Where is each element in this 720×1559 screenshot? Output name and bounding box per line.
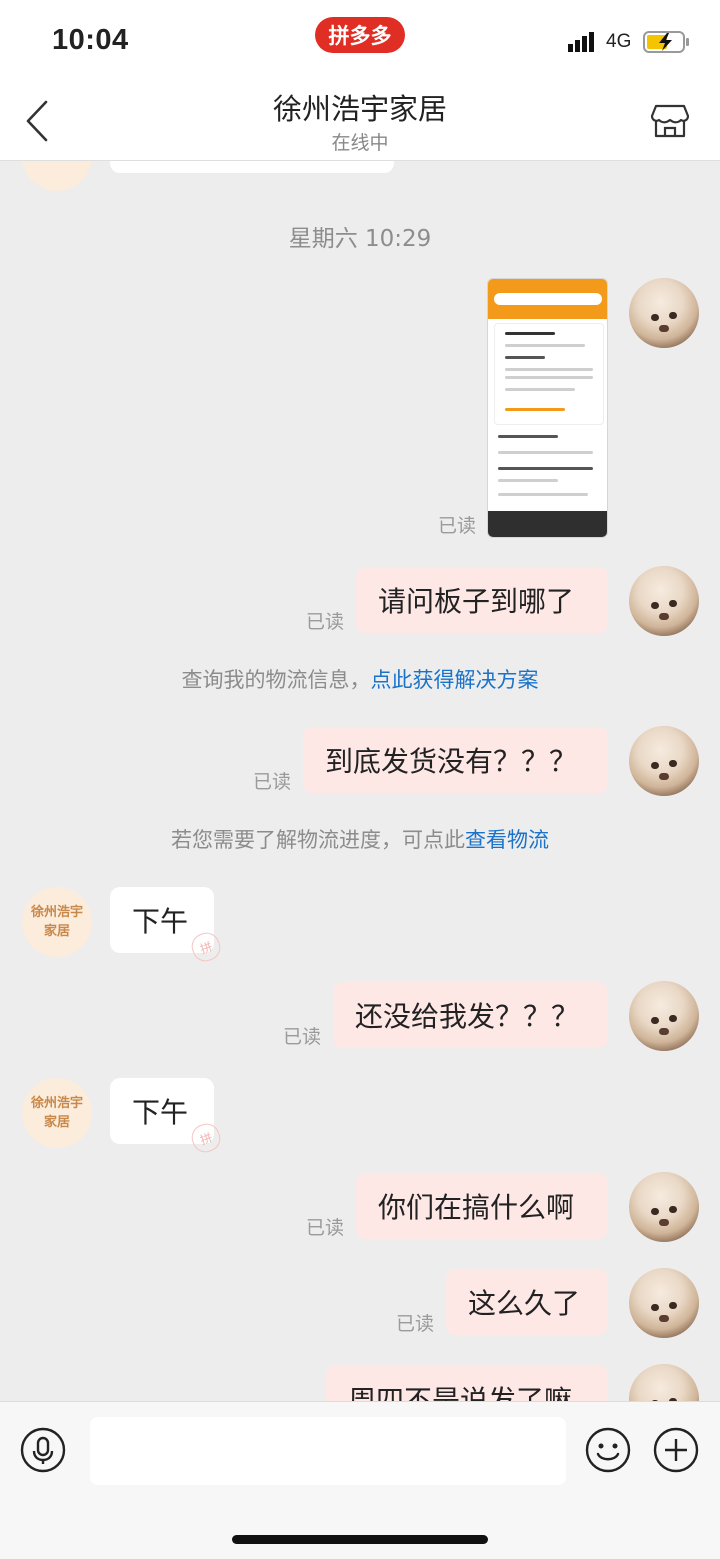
message-bubble[interactable]	[110, 161, 394, 173]
message-text: 到底发货没有？？？	[325, 745, 578, 778]
message-bubble[interactable]: 下午 拼	[110, 887, 224, 965]
status-bar: 10:04 拼多多 4G	[0, 0, 720, 80]
battery-icon	[643, 31, 689, 53]
my-avatar[interactable]	[629, 1172, 699, 1242]
read-status: 已读	[253, 771, 292, 793]
message-text: 还没给我发？？？	[355, 1000, 580, 1033]
bubble-watermark: 拼	[188, 929, 224, 965]
chat-header: 徐州浩宇家居 在线中	[0, 80, 720, 161]
home-indicator[interactable]	[232, 1535, 488, 1544]
message-input[interactable]	[90, 1417, 566, 1485]
plus-icon[interactable]	[653, 1427, 699, 1473]
my-avatar[interactable]	[629, 278, 699, 348]
message-text: 下午	[132, 1096, 189, 1129]
read-status: 已读	[438, 515, 477, 537]
message-text: 请问板子到哪了	[378, 585, 575, 618]
my-avatar[interactable]	[629, 1268, 699, 1338]
message-text: 周四不是说发了嘛	[348, 1384, 573, 1401]
message-bubble[interactable]: 这么久了	[446, 1269, 608, 1335]
notice-text: 查询我的物流信息，	[181, 668, 371, 692]
input-bar	[0, 1401, 720, 1559]
network-type: 4G	[606, 31, 632, 52]
my-avatar[interactable]	[629, 981, 699, 1051]
shop-avatar[interactable]	[22, 161, 92, 191]
system-notice: 若您需要了解物流进度，可点此查看物流	[0, 824, 720, 854]
shop-avatar[interactable]: 徐州浩宇 家居	[22, 1078, 92, 1148]
message-bubble[interactable]: 你们在搞什么啊	[356, 1173, 608, 1239]
message-text: 下午	[132, 905, 189, 938]
my-avatar[interactable]	[629, 1364, 699, 1401]
shop-title: 徐州浩宇家居	[272, 92, 447, 126]
image-message[interactable]	[487, 278, 608, 538]
shop-avatar[interactable]: 徐州浩宇 家居	[22, 887, 92, 957]
status-time: 10:04	[52, 24, 129, 56]
message-bubble[interactable]: 周四不是说发了嘛	[326, 1365, 608, 1401]
online-status: 在线中	[331, 132, 389, 154]
read-status: 已读	[306, 1217, 345, 1239]
message-bubble[interactable]: 还没给我发？？？	[333, 982, 608, 1048]
read-status: 已读	[283, 1026, 322, 1048]
read-status: 已读	[396, 1313, 435, 1335]
chat-area[interactable]: 星期六 10:29 已读 已读 请问板子到哪了 查询我的物流信息，点此获得解决方…	[0, 161, 720, 1401]
message-text: 这么久了	[468, 1287, 581, 1320]
bubble-watermark: 拼	[188, 1120, 224, 1156]
signal-icon	[568, 32, 594, 52]
view-logistics-link[interactable]: 查看物流	[465, 828, 549, 852]
message-bubble[interactable]: 下午 拼	[110, 1078, 224, 1156]
my-avatar[interactable]	[629, 566, 699, 636]
solution-link[interactable]: 点此获得解决方案	[371, 668, 539, 692]
store-icon[interactable]	[650, 100, 690, 140]
voice-icon[interactable]	[20, 1427, 66, 1473]
emoji-icon[interactable]	[585, 1427, 631, 1473]
date-separator: 星期六 10:29	[288, 226, 432, 252]
message-bubble[interactable]: 请问板子到哪了	[356, 567, 608, 633]
system-notice: 查询我的物流信息，点此获得解决方案	[0, 664, 720, 694]
notice-text: 若您需要了解物流进度，可点此	[171, 828, 465, 852]
message-bubble[interactable]: 到底发货没有？？？	[303, 727, 608, 793]
read-status: 已读	[306, 611, 345, 633]
my-avatar[interactable]	[629, 726, 699, 796]
app-badge: 拼多多	[315, 17, 405, 53]
message-text: 你们在搞什么啊	[378, 1191, 575, 1224]
